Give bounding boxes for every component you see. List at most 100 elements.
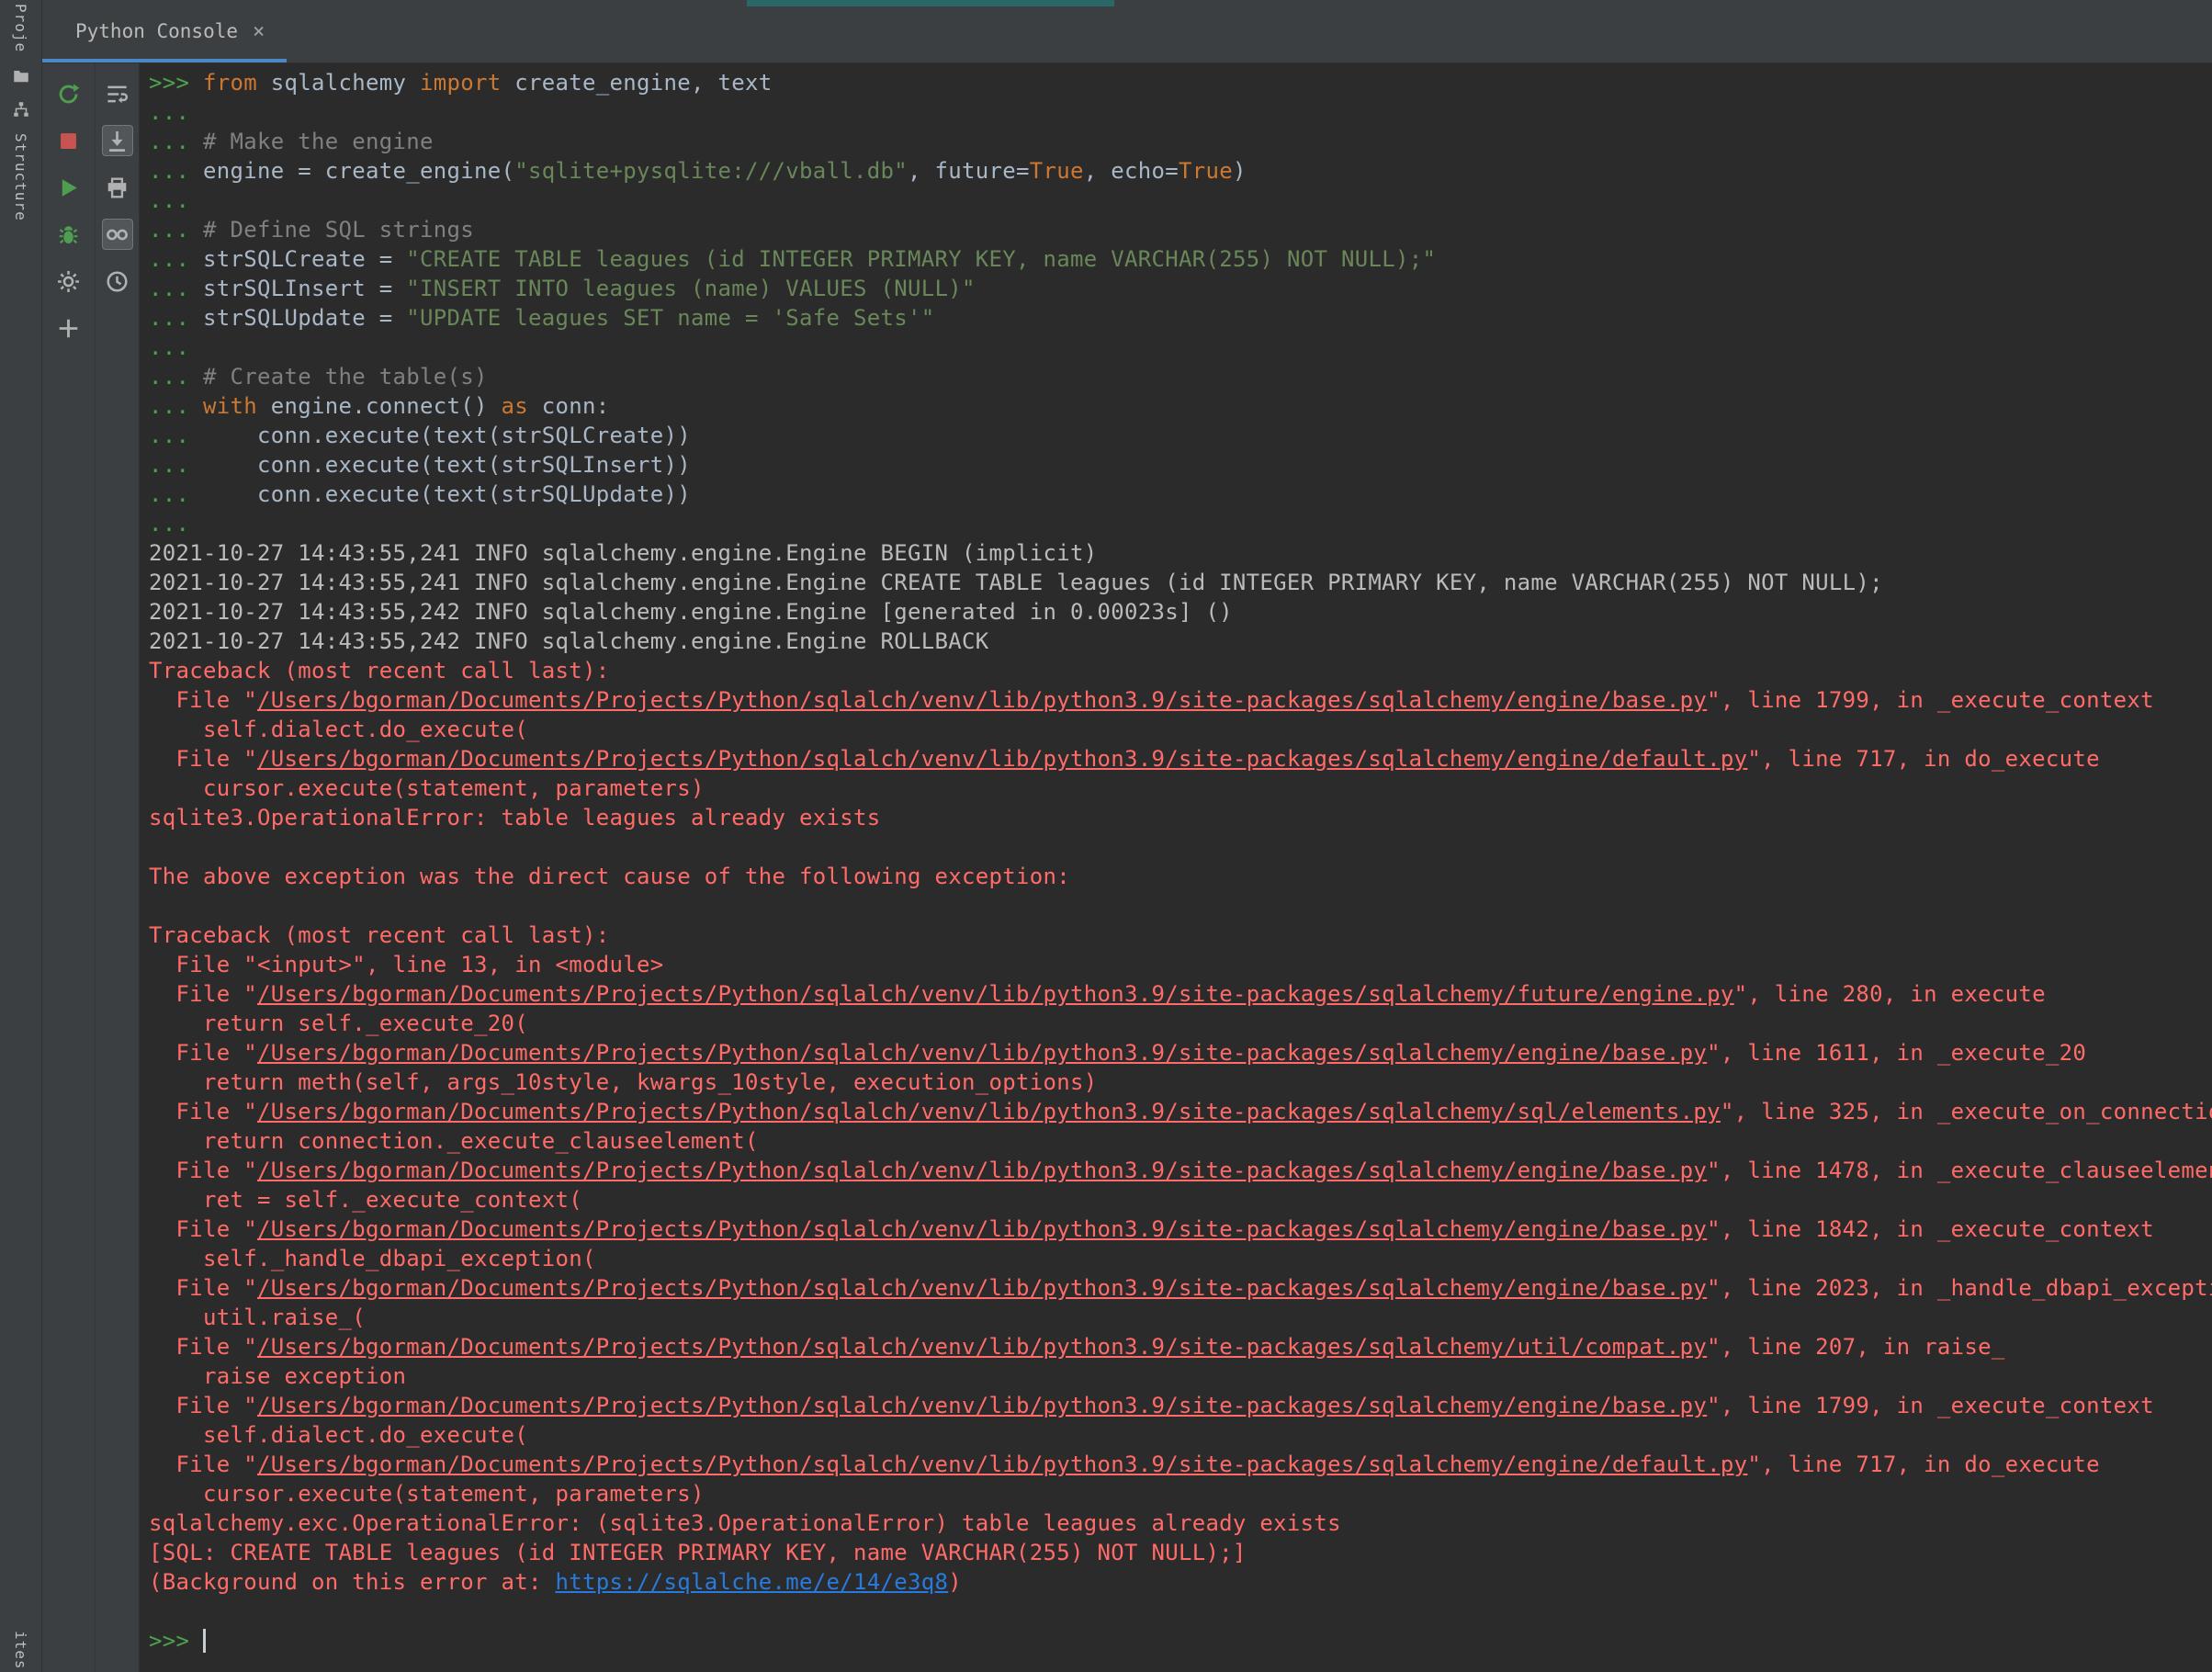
traceback-file-link[interactable]: /Users/bgorman/Documents/Projects/Python…: [257, 1040, 1707, 1066]
console-line: [149, 832, 2212, 862]
console-line: return connection._execute_clauseelement…: [149, 1126, 2212, 1156]
console-line: return self._execute_20(: [149, 1009, 2212, 1038]
console-prompt: >>>: [149, 1628, 203, 1654]
console-line: File "/Users/bgorman/Documents/Projects/…: [149, 744, 2212, 774]
add-console-button[interactable]: [53, 312, 85, 344]
error-text: ", line 1611, in _execute_20: [1707, 1040, 2086, 1066]
console-line: 2021-10-27 14:43:55,241 INFO sqlalchemy.…: [149, 568, 2212, 597]
code-text: conn:: [528, 393, 610, 419]
error-text: File "<input>", line 13, in <module>: [149, 952, 663, 977]
error-text: ): [948, 1569, 962, 1595]
structure-icon[interactable]: [12, 100, 30, 119]
console-line: ...: [149, 333, 2212, 362]
traceback-file-link[interactable]: /Users/bgorman/Documents/Projects/Python…: [257, 981, 1734, 1007]
console-prompt: ...: [149, 99, 189, 125]
error-text: File ": [149, 746, 257, 772]
history-button[interactable]: [102, 265, 133, 297]
soft-wrap-icon: [105, 82, 130, 107]
show-variables-button[interactable]: [102, 219, 133, 250]
traceback-file-link[interactable]: /Users/bgorman/Documents/Projects/Python…: [257, 1158, 1707, 1183]
tool-window-stripe-bottom: ites: [0, 1631, 41, 1670]
console-tool-window: Python Console ×: [42, 0, 2212, 1672]
console-line: ... engine = create_engine("sqlite+pysql…: [149, 156, 2212, 186]
console-line: ... conn.execute(text(strSQLCreate)): [149, 421, 2212, 450]
traceback-file-link[interactable]: /Users/bgorman/Documents/Projects/Python…: [257, 1275, 1707, 1301]
tab-python-console[interactable]: Python Console ×: [42, 0, 287, 62]
run-button[interactable]: [53, 172, 85, 203]
console-prompt: ...: [149, 334, 189, 360]
tool-window-button-project[interactable]: Proje: [12, 4, 29, 52]
history-clock-icon: [105, 269, 130, 294]
error-text: File ": [149, 1040, 257, 1066]
soft-wrap-button[interactable]: [102, 78, 133, 109]
error-text: File ": [149, 1452, 257, 1477]
error-text: self.dialect.do_execute(: [149, 717, 528, 742]
tool-window-button-structure[interactable]: Structure: [12, 133, 29, 221]
console-line: File "/Users/bgorman/Documents/Projects/…: [149, 1038, 2212, 1068]
error-text: (Background on this error at:: [149, 1569, 555, 1595]
error-text: ", line 280, in execute: [1734, 981, 2046, 1007]
print-button[interactable]: [102, 172, 133, 203]
scroll-to-end-icon: [105, 129, 130, 153]
console-line: ... strSQLInsert = "INSERT INTO leagues …: [149, 274, 2212, 303]
tool-window-stripe: Proje Structure ites: [0, 0, 42, 1672]
ide-window: Proje Structure ites Python Console: [0, 0, 2212, 1672]
console-line: File "/Users/bgorman/Documents/Projects/…: [149, 1450, 2212, 1479]
stop-button[interactable]: [53, 125, 85, 156]
console-output[interactable]: >>> from sqlalchemy import create_engine…: [140, 63, 2212, 1672]
attach-debugger-button[interactable]: [53, 219, 85, 250]
error-text: File ": [149, 1216, 257, 1242]
code-text: , echo=: [1084, 158, 1179, 184]
console-line: ... strSQLUpdate = "UPDATE leagues SET n…: [149, 303, 2212, 333]
traceback-file-link[interactable]: /Users/bgorman/Documents/Projects/Python…: [257, 687, 1707, 713]
console-line: File "/Users/bgorman/Documents/Projects/…: [149, 1332, 2212, 1361]
traceback-file-link[interactable]: /Users/bgorman/Documents/Projects/Python…: [257, 1099, 1721, 1124]
code-text: sqlalchemy: [257, 70, 420, 96]
console-line: File "/Users/bgorman/Documents/Projects/…: [149, 1156, 2212, 1185]
error-text: File ": [149, 687, 257, 713]
rerun-button[interactable]: [53, 78, 85, 109]
code-text: conn.execute(text(strSQLInsert)): [203, 452, 691, 478]
error-text: File ": [149, 1099, 257, 1124]
traceback-file-link[interactable]: /Users/bgorman/Documents/Projects/Python…: [257, 1334, 1707, 1360]
console-prompt: ...: [149, 481, 203, 507]
console-line: return meth(self, args_10style, kwargs_1…: [149, 1068, 2212, 1097]
console-prompt: ...: [149, 217, 203, 243]
project-folder-icon[interactable]: [12, 67, 30, 85]
error-doc-link[interactable]: https://sqlalche.me/e/14/e3q8: [555, 1569, 948, 1595]
error-text: ", line 1799, in _execute_context: [1707, 1393, 2154, 1418]
traceback-file-link[interactable]: /Users/bgorman/Documents/Projects/Python…: [257, 1452, 1747, 1477]
console-prompt: ...: [149, 187, 189, 213]
error-text: File ": [149, 981, 257, 1007]
console-line: self.dialect.do_execute(: [149, 715, 2212, 744]
console-line: raise exception: [149, 1361, 2212, 1391]
scroll-to-end-button[interactable]: [102, 125, 133, 156]
console-line: ... conn.execute(text(strSQLInsert)): [149, 450, 2212, 480]
error-text: ", line 1842, in _execute_context: [1707, 1216, 2154, 1242]
rerun-icon: [56, 82, 81, 107]
traceback-file-link[interactable]: /Users/bgorman/Documents/Projects/Python…: [257, 1216, 1707, 1242]
traceback-file-link[interactable]: /Users/bgorman/Documents/Projects/Python…: [257, 746, 1747, 772]
tab-close-icon[interactable]: ×: [253, 20, 265, 43]
error-text: util.raise_(: [149, 1305, 366, 1330]
settings-button[interactable]: [53, 265, 85, 297]
error-text: sqlalchemy.exc.OperationalError: (sqlite…: [149, 1510, 1341, 1536]
error-text: cursor.execute(statement, parameters): [149, 1481, 705, 1507]
variables-icon: [105, 222, 130, 247]
console-line: File "/Users/bgorman/Documents/Projects/…: [149, 1391, 2212, 1420]
code-text: engine.connect(): [257, 393, 502, 419]
console-prompt: ...: [149, 158, 203, 184]
console-line: 2021-10-27 14:43:55,242 INFO sqlalchemy.…: [149, 597, 2212, 627]
tool-window-button-favorites[interactable]: ites: [12, 1631, 29, 1670]
tab-label: Python Console: [75, 20, 238, 42]
error-text: Traceback (most recent call last):: [149, 658, 609, 683]
console-prompt: ...: [149, 129, 203, 154]
log-text: 2021-10-27 14:43:55,242 INFO sqlalchemy.…: [149, 599, 1233, 625]
console-prompt: ...: [149, 276, 203, 301]
code-comment: # Create the table(s): [203, 364, 488, 390]
code-text: create_engine, text: [502, 70, 773, 96]
console-prompt: ...: [149, 246, 203, 272]
traceback-file-link[interactable]: /Users/bgorman/Documents/Projects/Python…: [257, 1393, 1707, 1418]
console-line: ... # Define SQL strings: [149, 215, 2212, 244]
code-keyword: True: [1179, 158, 1233, 184]
